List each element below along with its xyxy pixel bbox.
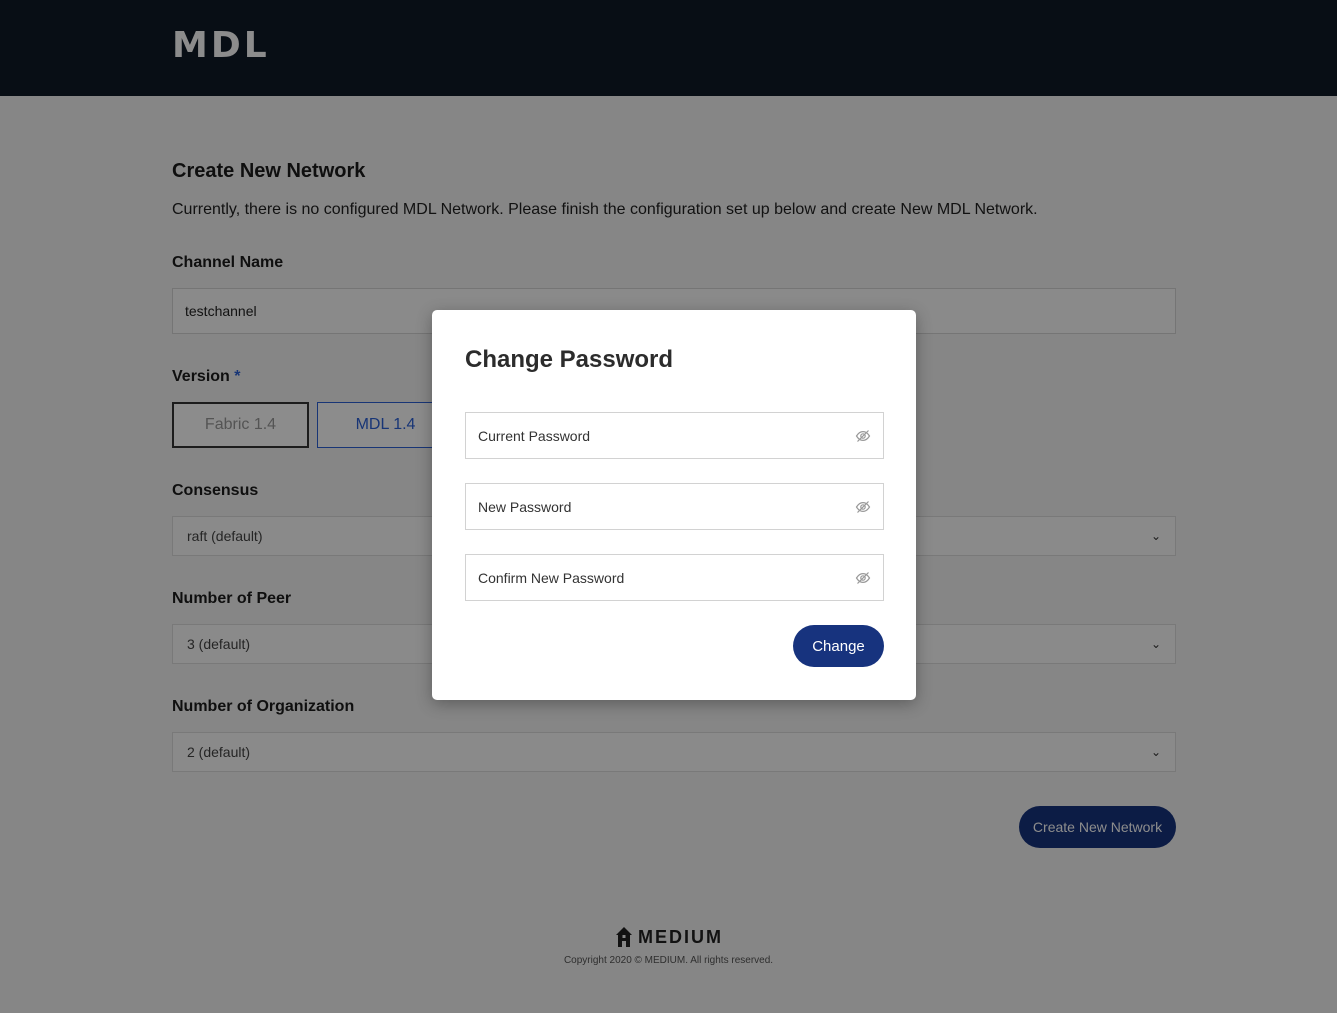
current-password-field[interactable]: Current Password: [465, 412, 884, 459]
eye-off-icon[interactable]: [855, 570, 871, 586]
modal-title: Change Password: [465, 346, 674, 373]
eye-off-icon[interactable]: [855, 499, 871, 515]
change-password-modal: Change Password Current Password New Pas…: [432, 310, 916, 700]
eye-off-icon[interactable]: [855, 428, 871, 444]
current-password-placeholder: Current Password: [478, 427, 591, 444]
confirm-password-placeholder: Confirm New Password: [478, 569, 625, 586]
change-button[interactable]: Change: [793, 625, 884, 667]
confirm-password-field[interactable]: Confirm New Password: [465, 554, 884, 601]
new-password-placeholder: New Password: [478, 498, 572, 515]
new-password-field[interactable]: New Password: [465, 483, 884, 530]
